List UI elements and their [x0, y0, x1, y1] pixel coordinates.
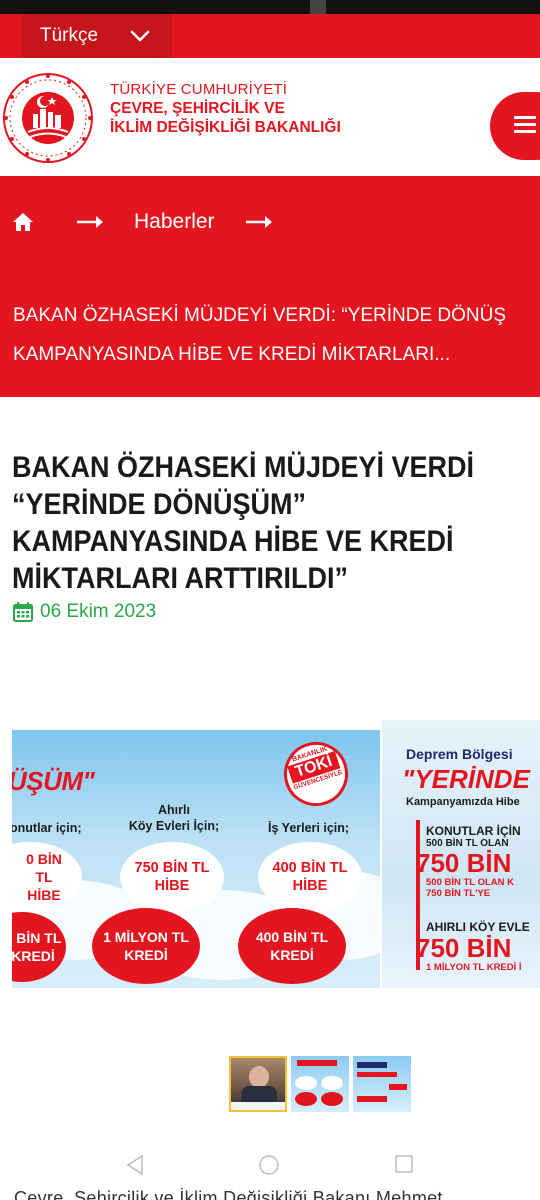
- grant-line: HİBE: [154, 878, 190, 894]
- grant-amount-village: 750 BİN TL HİBE: [120, 842, 224, 912]
- system-navigation-bar: [0, 1144, 540, 1184]
- loan-amount-village: 1 MİLYON TL KREDİ: [92, 908, 200, 984]
- toki-badge: BAKANLIK TOKİ GÜVENCESİYLE: [275, 733, 357, 815]
- recents-icon[interactable]: [394, 1154, 414, 1174]
- article-title-line: “YERİNDE DÖNÜŞÜM”: [12, 488, 307, 521]
- image-slider[interactable]: ÜŞÜM" BAKANLIK TOKİ GÜVENCESİYLE onutlar…: [12, 720, 540, 988]
- breadcrumb-news-link[interactable]: Haberler: [134, 210, 215, 234]
- slide-next[interactable]: Deprem Bölgesi "YERİNDE Kampanyamızda Hi…: [380, 720, 540, 988]
- hero-title-line-2: KAMPANYASINDA HİBE VE KREDİ MİKTARLARI..…: [13, 344, 451, 365]
- article-title-line: MİKTARLARI ARTTIRILDI”: [12, 562, 348, 595]
- site-header: TÜRKİYE CUMHURİYETİ ÇEVRE, ŞEHİRCİLİK VE…: [0, 58, 540, 176]
- arrow-right-icon: [77, 216, 103, 228]
- hero-title: BAKAN ÖZHASEKİ MÜJDEYİ VERDİ: “YERİNDE D…: [13, 296, 540, 374]
- language-selector[interactable]: Türkçe: [22, 14, 172, 58]
- category-housing: onutlar için;: [12, 821, 82, 835]
- grant-line: 400 BİN TL: [272, 860, 348, 876]
- slide-heading-fragment: ÜŞÜM": [12, 766, 95, 796]
- calendar-icon: [13, 602, 33, 622]
- home-circle-icon[interactable]: [258, 1154, 280, 1176]
- article-title: BAKAN ÖZHASEKİ MÜJDEYİ VERDİ “YERİNDE DÖ…: [12, 449, 498, 597]
- back-icon[interactable]: [124, 1154, 144, 1176]
- article-date: 06 Ekim 2023: [12, 601, 156, 623]
- slide-current[interactable]: ÜŞÜM" BAKANLIK TOKİ GÜVENCESİYLE onutlar…: [12, 730, 380, 988]
- slider-thumbnails: [229, 1056, 411, 1112]
- ministry-line-1: TÜRKİYE CUMHURİYETİ: [110, 81, 288, 98]
- ministry-logo[interactable]: [0, 66, 100, 166]
- status-strip: [0, 0, 540, 14]
- loan-line: KREDİ: [124, 947, 168, 963]
- chevron-down-icon: [130, 30, 150, 42]
- grant-line: 750 BİN TL: [134, 860, 210, 876]
- article-title-line: BAKAN ÖZHASEKİ MÜJDEYİ VERDİ: [12, 451, 475, 484]
- slide-next-row-2: AHIRLI KÖY EVLE 750 BİN 1 MİLYON TL KRED…: [416, 920, 530, 973]
- article-date-text: 06 Ekim 2023: [40, 601, 157, 622]
- grant-line: HİBE: [292, 878, 328, 894]
- arrow-right-icon: [245, 216, 272, 228]
- page: Türkçe TÜRKİYE CUMHURİYETİ ÇEVRE, ŞEHİRC…: [0, 0, 540, 1200]
- article-title-line: KAMPANYASINDA HİBE VE KREDİ: [12, 525, 454, 558]
- category-line: Ahırlı: [158, 803, 190, 817]
- ministry-line-3: İKLİM DEĞİŞİKLİĞİ BAKANLIĞI: [110, 119, 341, 136]
- category-line: Köy Evleri İçin;: [128, 819, 220, 833]
- loan-amount-workplace: 400 BİN TL KREDİ: [238, 908, 346, 984]
- language-label: Türkçe: [40, 25, 99, 46]
- ministry-name[interactable]: TÜRKİYE CUMHURİYETİ ÇEVRE, ŞEHİRCİLİK VE…: [110, 80, 341, 137]
- grant-amount-workplace: 400 BİN TL HİBE: [258, 842, 362, 912]
- category-village-houses: Ahırlı Köy Evleri İçin;: [122, 802, 226, 834]
- slide-next-row-1: KONUTLAR İÇİN 500 BİN TL OLAN 750 BİN 50…: [416, 824, 521, 899]
- loan-line: KREDİ: [270, 947, 314, 963]
- category-workplaces: İş Yerleri için;: [268, 821, 350, 835]
- thumbnail-minister-photo[interactable]: [229, 1056, 287, 1112]
- menu-button[interactable]: [490, 92, 540, 160]
- breadcrumb: Haberler: [12, 206, 273, 238]
- slide-next-heading: "YERİNDE: [402, 764, 530, 794]
- hero-title-line-1: BAKAN ÖZHASEKİ MÜJDEYİ VERDİ: “YERİNDE D…: [13, 305, 507, 326]
- ministry-line-2: ÇEVRE, ŞEHİRCİLİK VE: [110, 100, 285, 117]
- loan-line: 1 MİLYON TL: [103, 929, 189, 945]
- language-bar: Türkçe: [0, 14, 540, 58]
- article-body-first-line: Çevre, Şehircilik ve İklim Değişikliği B…: [14, 1188, 443, 1200]
- page-hero: Haberler BAKAN ÖZHASEKİ MÜJDEYİ VERDİ: “…: [0, 176, 540, 397]
- hamburger-icon: [514, 116, 536, 136]
- slide-next-title: Deprem Bölgesi: [406, 746, 513, 762]
- home-icon[interactable]: [12, 212, 34, 232]
- slide-next-subtitle: Kampanyamızda Hibe: [406, 796, 520, 808]
- loan-line: 400 BİN TL: [255, 929, 329, 945]
- thumbnail-campaign-2[interactable]: [353, 1056, 411, 1112]
- thumbnail-campaign-1[interactable]: [291, 1056, 349, 1112]
